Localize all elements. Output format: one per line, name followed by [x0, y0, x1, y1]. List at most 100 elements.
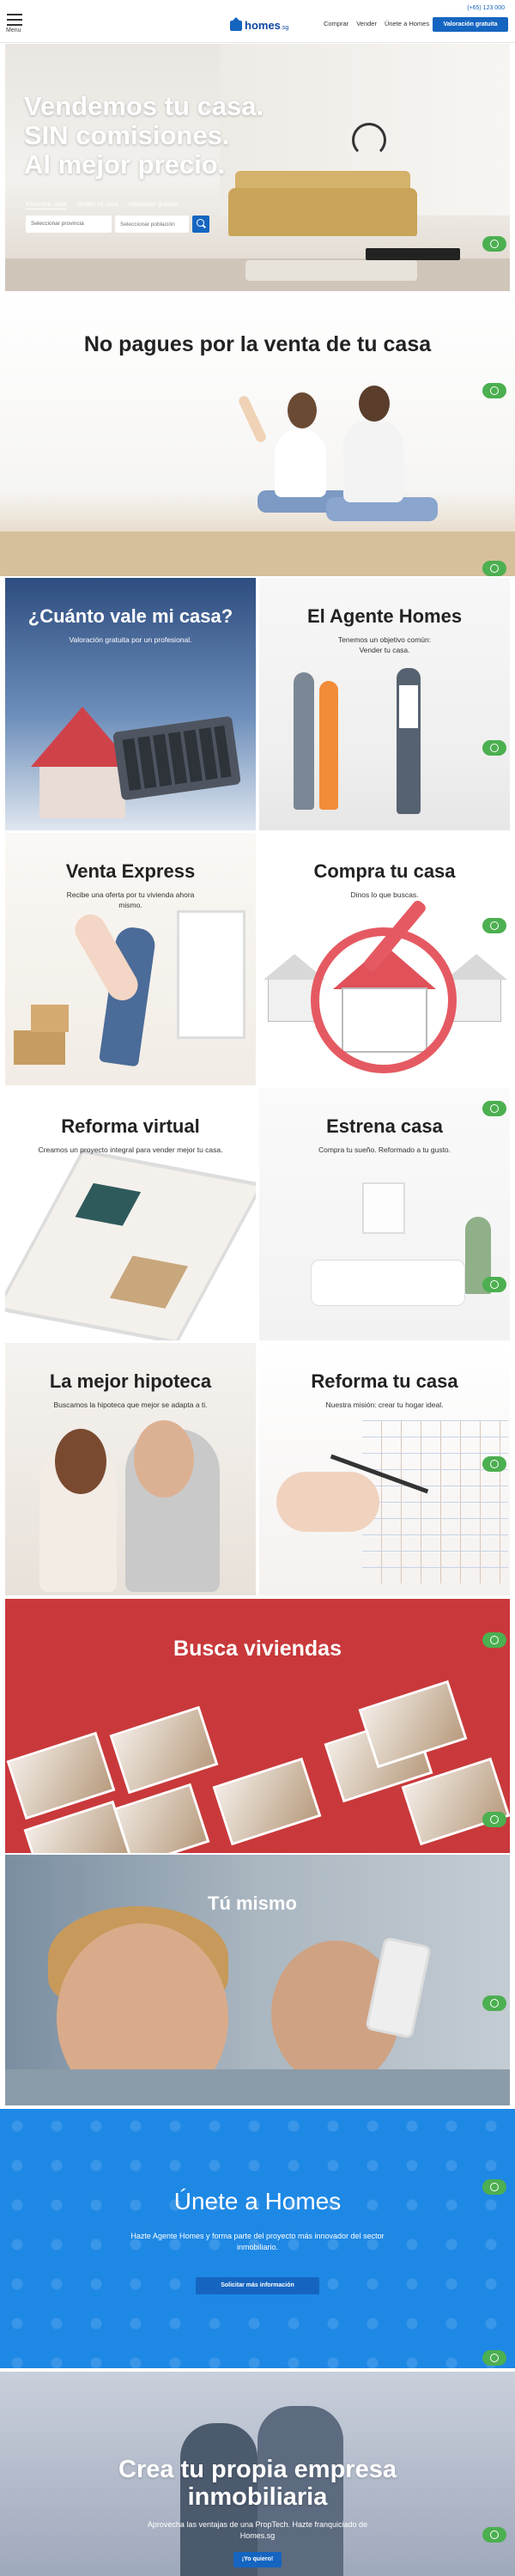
unete-text: Hazte Agente Homes y forma parte del pro…: [130, 2232, 385, 2251]
tab-valoracion[interactable]: Valoración gratuita: [128, 202, 178, 210]
drawing-hand: [276, 1472, 379, 1532]
hero-section: Vendemos tu casa. SIN comisiones. Al mej…: [5, 44, 510, 291]
no-pagues-title: No pagues por la venta de tu casa: [83, 332, 432, 356]
logo-house-icon: [230, 16, 242, 31]
card-title: Venta Express: [65, 860, 196, 882]
listing-photo: [212, 1757, 322, 1846]
whatsapp-icon[interactable]: [482, 1456, 506, 1472]
card-title: La mejor hipoteca: [49, 1370, 212, 1392]
couple-woman-head: [55, 1429, 106, 1494]
tab-vender-casa[interactable]: Vender mi casa: [76, 202, 118, 210]
tab-encontrar-casa[interactable]: Encontrar casa: [26, 202, 67, 210]
nav-unete[interactable]: Únete a Homes: [385, 20, 429, 27]
card-title: Compra tu casa: [313, 860, 456, 882]
couple-photo-man-head: [359, 386, 390, 422]
yo-quiero-button[interactable]: ¡Yo quiero!: [233, 2552, 282, 2567]
moving-box: [31, 1005, 69, 1032]
tu-mismo-title: Tú mismo: [208, 1893, 297, 1914]
rug: [245, 260, 417, 281]
nav-comprar[interactable]: Comprar: [324, 20, 348, 27]
card-text: Recibe una oferta por tu vivienda ahora …: [66, 890, 195, 909]
card-text: Compra tu sueño. Reformado a tu gusto.: [318, 1145, 451, 1154]
card-text: Buscamos la hipoteca que mejor se adapta…: [53, 1400, 208, 1409]
shirt: [5, 2069, 510, 2105]
couple-man-head: [134, 1420, 194, 1498]
crea-text: Aprovecha las ventajas de una PropTech. …: [147, 2520, 368, 2540]
whatsapp-icon[interactable]: [482, 1101, 506, 1116]
card-title: Reforma virtual: [61, 1115, 200, 1137]
whatsapp-icon[interactable]: [482, 918, 506, 933]
card-reforma-tu-casa[interactable]: Reforma tu casa Nuestra misión: crear tu…: [259, 1343, 510, 1595]
card-compra-tu-casa[interactable]: Compra tu casa Dinos lo que buscas.: [259, 833, 510, 1085]
crea-title-line-1: Crea tu propia empresa: [118, 2456, 397, 2483]
phone-link[interactable]: (+65) 123 000: [467, 5, 505, 11]
population-input[interactable]: [115, 216, 189, 233]
card-venta-express[interactable]: Venta Express Recibe una oferta por tu v…: [5, 833, 256, 1085]
whatsapp-icon[interactable]: [482, 2179, 506, 2195]
whatsapp-icon[interactable]: [482, 236, 506, 252]
coffee-table: [366, 248, 460, 260]
whatsapp-icon[interactable]: [482, 2350, 506, 2366]
card-mejor-hipoteca[interactable]: La mejor hipoteca Buscamos la hipoteca q…: [5, 1343, 256, 1595]
card-cuanto-vale[interactable]: ¿Cuánto vale mi casa? Valoración gratuit…: [5, 578, 256, 830]
card-title: Reforma tu casa: [311, 1370, 458, 1392]
crea-title-line-2: inmobiliaria: [187, 2483, 328, 2511]
solicitar-info-button[interactable]: Solicitar más información: [196, 2277, 319, 2294]
main-nav: Comprar Vender Únete a Homes: [324, 20, 429, 27]
card-agente-homes[interactable]: El Agente Homes Tenemos un objetivo comú…: [259, 578, 510, 830]
card-text: Nuestra misión: crear tu hogar ideal.: [325, 1400, 444, 1409]
card-estrena-casa[interactable]: Estrena casa Compra tu sueño. Reformado …: [259, 1088, 510, 1340]
hero-line-1: Vendemos tu casa.: [24, 91, 264, 121]
card-reforma-virtual[interactable]: Reforma virtual Creamos un proyecto inte…: [5, 1088, 256, 1340]
lamp-decoration: [352, 123, 386, 157]
card-text: Valoración gratuita por un profesional.: [69, 635, 192, 644]
hero-line-3: Al mejor precio.: [24, 149, 226, 179]
card-text: Creamos un proyecto integral para vender…: [38, 1145, 223, 1154]
couple-photo-man: [343, 420, 403, 502]
house-illustration: [445, 954, 507, 1022]
couple-photo-woman-head: [288, 392, 317, 428]
hero-search-form: Seleccionar provincia: [26, 216, 209, 233]
search-button[interactable]: [192, 216, 209, 233]
sofa: [228, 188, 417, 236]
crea-empresa-section: Crea tu propia empresa inmobiliaria Apro…: [0, 2372, 515, 2576]
menu-label[interactable]: Menu: [6, 27, 21, 33]
whatsapp-icon[interactable]: [482, 1812, 506, 1827]
busca-viviendas-section[interactable]: Busca viviendas: [5, 1599, 510, 1853]
wall-frame: [362, 1182, 405, 1234]
unete-section: Únete a Homes Hazte Agente Homes y forma…: [0, 2109, 515, 2368]
floor: [0, 532, 515, 576]
architecture-sketch: [362, 1420, 508, 1583]
whatsapp-icon[interactable]: [482, 740, 506, 756]
logo-suffix: .sg: [280, 25, 289, 31]
person-figure: [319, 681, 338, 810]
busca-title: Busca viviendas: [173, 1637, 342, 1661]
whatsapp-icon[interactable]: [482, 1277, 506, 1292]
tu-mismo-section[interactable]: Tú mismo: [5, 1855, 510, 2105]
no-pagues-section: No pagues por la venta de tu casa: [0, 291, 515, 576]
valoracion-button[interactable]: Valoración gratuita: [433, 17, 508, 32]
hero-tabs: Encontrar casa Vender mi casa Valoración…: [26, 202, 178, 210]
whatsapp-icon[interactable]: [482, 383, 506, 398]
couple-photo-arm: [237, 394, 268, 444]
whatsapp-icon[interactable]: [482, 1632, 506, 1648]
smartphone-icon: [365, 1936, 432, 2039]
card-title: Estrena casa: [326, 1115, 443, 1137]
person-figure: [294, 672, 314, 810]
whatsapp-icon[interactable]: [482, 1996, 506, 2011]
whatsapp-icon[interactable]: [482, 2527, 506, 2543]
unete-title: Únete a Homes: [173, 2188, 342, 2215]
site-header: Menu homes.sg (+65) 123 000 Comprar Vend…: [0, 0, 515, 43]
magnifier-icon: [311, 927, 457, 1073]
floorplan-3d-image: [5, 1149, 256, 1340]
listing-photo: [358, 1680, 468, 1769]
hamburger-icon[interactable]: [7, 14, 22, 26]
window-decoration: [177, 910, 245, 1039]
whatsapp-icon[interactable]: [482, 561, 506, 576]
moving-box: [14, 1030, 65, 1065]
card-text: Dinos lo que buscas.: [350, 890, 419, 899]
logo[interactable]: homes.sg: [230, 16, 289, 32]
agent-shirt: [399, 685, 418, 728]
nav-vender[interactable]: Vender: [356, 20, 377, 27]
province-select[interactable]: Seleccionar provincia: [26, 216, 112, 233]
